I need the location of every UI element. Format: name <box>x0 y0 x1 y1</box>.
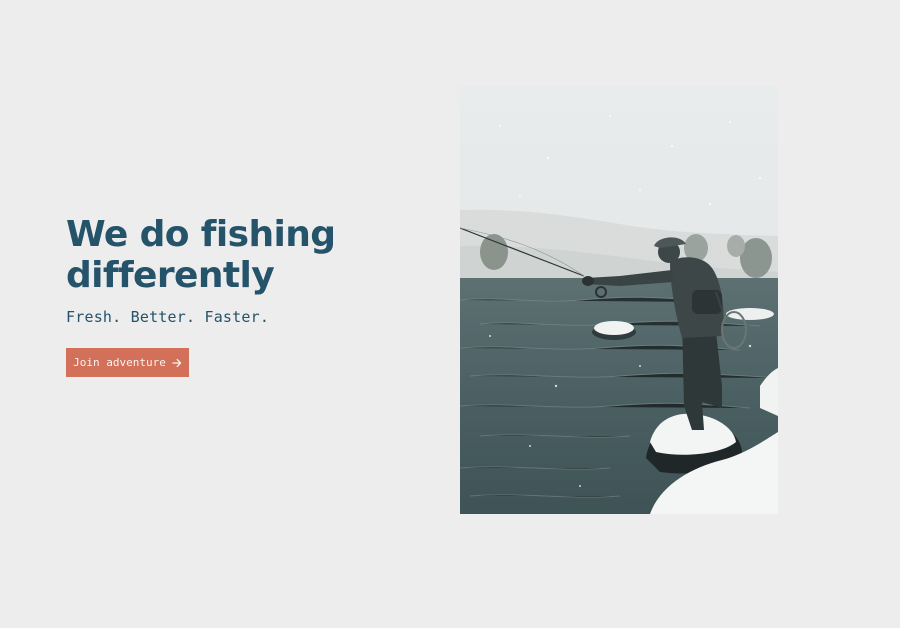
hero-title-line-2: differently <box>66 255 275 296</box>
hero-subtitle: Fresh. Better. Faster. <box>66 308 270 326</box>
fisherman-photo <box>460 86 778 514</box>
join-adventure-button[interactable]: Join adventure <box>66 348 189 377</box>
hero-title: We do fishing differently <box>66 214 396 296</box>
arrow-right-icon <box>172 358 182 367</box>
hero-text: We do fishing differently Fresh. Better.… <box>66 214 396 328</box>
join-adventure-label: Join adventure <box>73 356 166 369</box>
hero-photo <box>460 86 778 514</box>
hero-title-line-1: We do fishing <box>66 214 336 255</box>
